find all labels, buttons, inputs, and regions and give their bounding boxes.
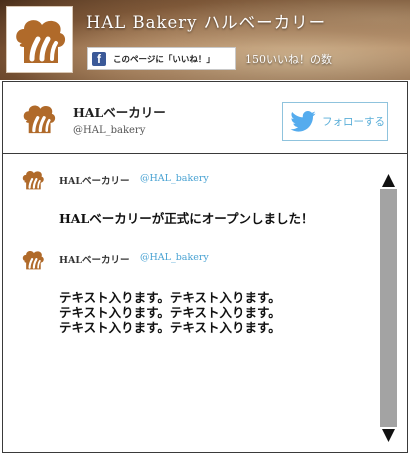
tweet-handle[interactable]: @HAL_bakery	[140, 173, 209, 184]
avatar[interactable]	[21, 247, 45, 273]
triangle-down-icon[interactable]	[380, 427, 397, 444]
site-logo[interactable]	[6, 6, 73, 73]
tweet-text: HALベーカリーが正式にオープンしました！	[59, 211, 314, 226]
like-count: 150いいね！の数	[245, 53, 332, 66]
facebook-like-button[interactable]: f このページに「いいね！」	[87, 47, 236, 70]
tweet-author[interactable]: HALベーカリー	[59, 252, 130, 266]
profile-handle[interactable]: @HAL_bakery	[73, 125, 145, 136]
bakery-chef-hat-icon	[16, 20, 66, 63]
follow-button[interactable]: フォローする	[282, 102, 388, 141]
facebook-icon: f	[92, 51, 106, 66]
twitter-bird-icon	[290, 111, 316, 132]
avatar[interactable]	[21, 167, 45, 193]
profile-name[interactable]: HALベーカリー	[73, 102, 166, 121]
scroll-thumb[interactable]	[380, 189, 397, 427]
tweet-handle[interactable]: @HAL_bakery	[140, 252, 209, 263]
twitter-timeline-widget: HALベーカリー @HAL_bakery フォローする HALベーカリー @HA…	[2, 81, 408, 453]
triangle-up-icon[interactable]	[380, 172, 397, 189]
follow-label: フォローする	[322, 116, 385, 128]
tweet-author[interactable]: HALベーカリー	[59, 173, 130, 187]
profile-header: HALベーカリー @HAL_bakery フォローする	[3, 82, 407, 154]
facebook-like-label: このページに「いいね！」	[113, 54, 215, 65]
tweet-text: テキスト入ります。テキスト入ります。 テキスト入ります。テキスト入ります。 テキ…	[59, 290, 281, 335]
avatar[interactable]	[21, 100, 57, 138]
header-banner: HAL Bakery ハルベーカリー f このページに「いいね！」 150いいね…	[0, 0, 410, 80]
site-title: HAL Bakery ハルベーカリー	[86, 13, 327, 32]
scrollbar[interactable]	[380, 172, 397, 444]
tweet-timeline[interactable]: HALベーカリー @HAL_bakery HALベーカリーが正式にオープンしまし…	[3, 154, 407, 452]
